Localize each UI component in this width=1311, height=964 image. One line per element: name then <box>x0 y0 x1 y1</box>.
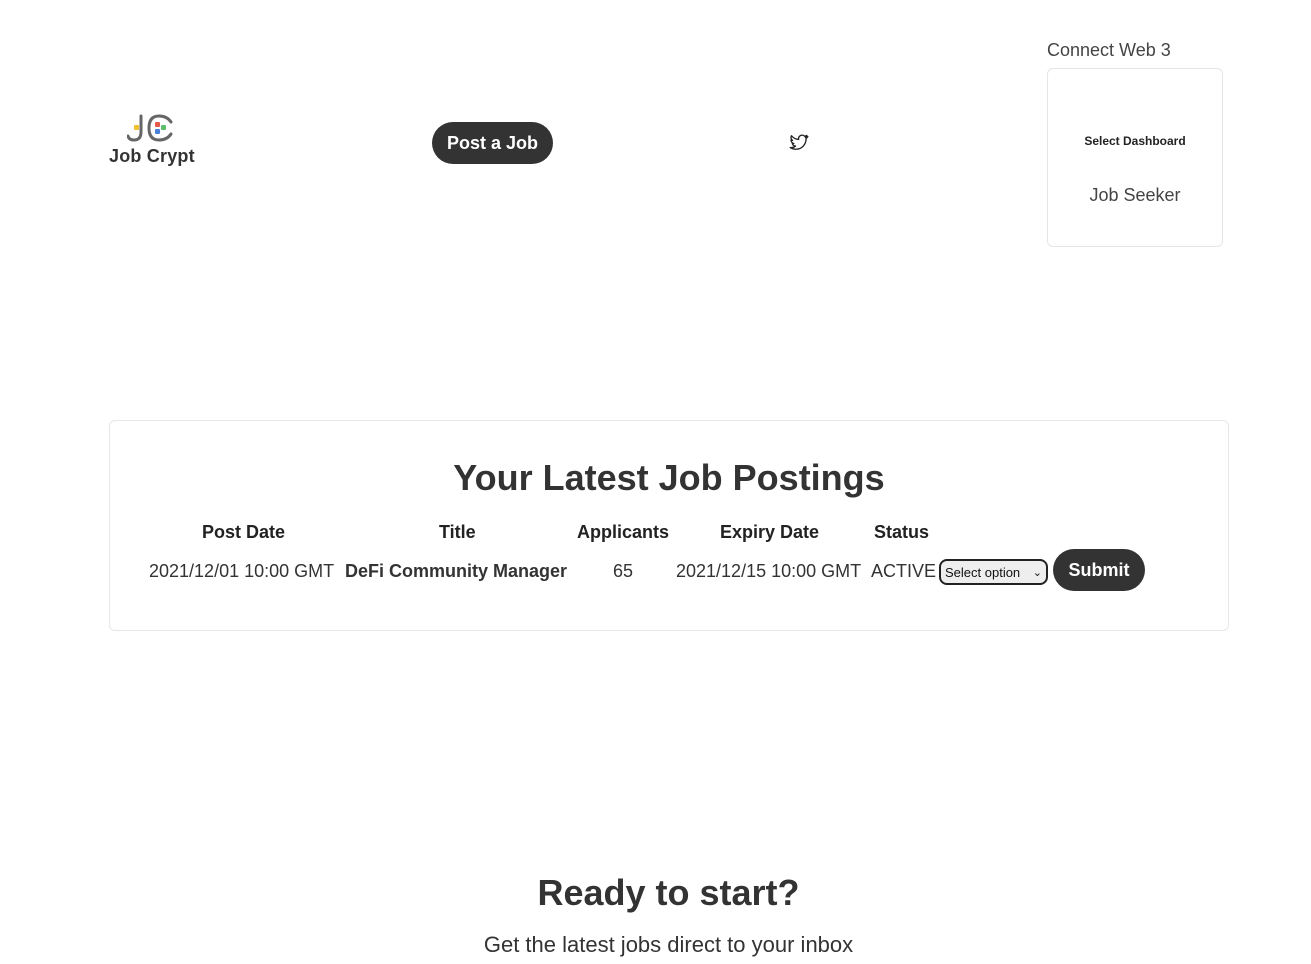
title-cell: DeFi Community Manager <box>345 561 568 581</box>
expiry-date-cell: 2021/12/15 10:00 GMT <box>676 561 862 581</box>
page: Job Crypt Post a Job Connect Web 3 Selec… <box>0 0 1311 964</box>
submit-button[interactable]: Submit <box>1053 549 1145 591</box>
column-header-applicants: Applicants <box>577 522 670 542</box>
logo[interactable]: Job Crypt <box>109 114 195 167</box>
dashboard-option-job-seeker[interactable]: Job Seeker <box>1048 185 1222 206</box>
dashboard-selector: Select Dashboard Job Seeker <box>1047 68 1223 247</box>
postings-title: Your Latest Job Postings <box>453 457 885 498</box>
post-job-button[interactable]: Post a Job <box>432 122 553 164</box>
chevron-down-icon: ⌄ <box>1032 566 1042 579</box>
column-header-expiry-date: Expiry Date <box>720 522 820 542</box>
twitter-icon[interactable] <box>789 133 809 153</box>
column-header-status: Status <box>874 522 930 542</box>
applicants-cell: 65 <box>613 561 634 581</box>
status-select[interactable]: Select option ⌄ <box>939 559 1048 585</box>
connect-web3-link[interactable]: Connect Web 3 <box>1047 40 1171 61</box>
post-date-cell: 2021/12/01 10:00 GMT <box>149 561 335 581</box>
job-crypt-logo-icon <box>127 114 173 142</box>
column-header-title: Title <box>439 522 476 542</box>
status-select-value: Select option <box>945 564 1021 580</box>
dashboard-title: Select Dashboard <box>1084 134 1186 148</box>
cta-title: Ready to start? <box>537 872 800 913</box>
status-cell: ACTIVE <box>871 561 937 581</box>
logo-text: Job Crypt <box>109 146 195 166</box>
column-header-post-date: Post Date <box>202 522 286 542</box>
latest-postings-card: Your Latest Job Postings Post Date Title… <box>109 420 1229 631</box>
cta-subtitle: Get the latest jobs direct to your inbox <box>483 932 854 957</box>
